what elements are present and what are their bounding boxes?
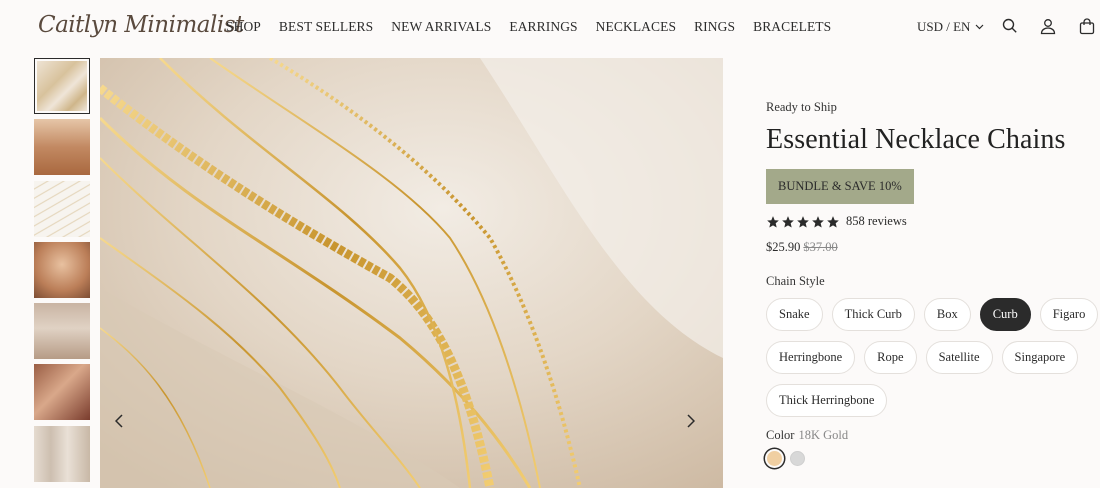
search-icon[interactable]	[1001, 17, 1019, 35]
thumbnail-4[interactable]	[34, 241, 90, 298]
color-label-row: Color 18K Gold	[766, 428, 1100, 443]
nav-necklaces[interactable]: NECKLACES	[596, 19, 676, 35]
nav-earrings[interactable]: EARRINGS	[509, 19, 577, 35]
thumbnail-5[interactable]	[34, 303, 90, 360]
currency-selector[interactable]: USD / EN	[917, 19, 984, 35]
thumbnail-gallery	[34, 58, 92, 487]
star-icon	[812, 215, 824, 228]
style-option-rope[interactable]: Rope	[864, 341, 917, 374]
thumbnail-image	[34, 303, 90, 360]
nav-rings[interactable]: RINGS	[694, 19, 735, 35]
style-option-satellite[interactable]: Satellite	[925, 341, 993, 374]
thumbnail-image	[34, 119, 90, 176]
star-icon	[797, 215, 809, 228]
style-option-figaro[interactable]: Figaro	[1039, 298, 1099, 331]
price-row: $25.90 $37.00	[766, 240, 1100, 255]
color-label: Color	[766, 428, 795, 442]
account-icon[interactable]	[1039, 17, 1057, 35]
prev-image-arrow[interactable]	[115, 414, 135, 436]
thumbnail-6[interactable]	[34, 364, 90, 421]
style-option-thick-herringbone[interactable]: Thick Herringbone	[766, 384, 888, 417]
color-swatches	[766, 451, 1100, 466]
swatch-silver[interactable]	[790, 451, 805, 466]
thumbnail-image	[34, 241, 90, 298]
chain-style-options: Snake Thick Curb Box Curb Figaro Herring…	[766, 298, 1100, 417]
thumbnail-image	[37, 61, 87, 111]
nav-best-sellers[interactable]: BEST SELLERS	[279, 19, 373, 35]
style-option-herringbone[interactable]: Herringbone	[766, 341, 856, 374]
star-icon	[782, 215, 794, 228]
star-icon	[767, 215, 779, 228]
product-info-panel: Ready to Ship Essential Necklace Chains …	[766, 100, 1100, 466]
review-count: 858 reviews	[846, 214, 907, 228]
thumbnail-image	[34, 425, 90, 482]
chevron-down-icon	[976, 24, 984, 30]
style-option-thick-curb[interactable]: Thick Curb	[831, 298, 915, 331]
thumbnail-1[interactable]	[34, 58, 90, 114]
nav-new-arrivals[interactable]: NEW ARRIVALS	[391, 19, 491, 35]
availability-status: Ready to Ship	[766, 100, 837, 114]
nav-shop[interactable]: SHOP	[226, 19, 261, 35]
style-option-singapore[interactable]: Singapore	[1001, 341, 1079, 374]
thumbnail-3[interactable]	[34, 180, 90, 237]
chevron-left-icon	[115, 414, 123, 428]
product-title: Essential Necklace Chains	[766, 124, 1066, 155]
cart-icon[interactable]	[1078, 17, 1096, 35]
star-icon	[827, 215, 839, 228]
necklace-chains-photo	[100, 58, 723, 488]
style-option-snake[interactable]: Snake	[766, 298, 823, 331]
bundle-promo-badge[interactable]: BUNDLE & SAVE 10%	[766, 169, 914, 204]
site-header: Caitlyn Minimalist SHOP BEST SELLERS NEW…	[0, 0, 1100, 56]
main-nav: SHOP BEST SELLERS NEW ARRIVALS EARRINGS …	[226, 19, 831, 35]
swatch-gold[interactable]	[767, 451, 782, 466]
current-price: $25.90	[766, 240, 801, 254]
next-image-arrow[interactable]	[687, 414, 707, 436]
thumbnail-image	[34, 180, 90, 237]
style-option-box[interactable]: Box	[923, 298, 971, 331]
thumbnail-7[interactable]	[34, 425, 90, 482]
rating-row[interactable]: 858 reviews	[766, 214, 1100, 229]
thumbnail-2[interactable]	[34, 119, 90, 176]
chevron-right-icon	[687, 414, 695, 428]
style-option-curb[interactable]: Curb	[979, 298, 1031, 331]
main-product-image	[100, 58, 723, 488]
thumbnail-image	[34, 364, 90, 421]
nav-bracelets[interactable]: BRACELETS	[753, 19, 831, 35]
selected-color-value: 18K Gold	[798, 428, 849, 442]
brand-logo[interactable]: Caitlyn Minimalist	[38, 12, 244, 38]
currency-label: USD / EN	[917, 19, 971, 34]
chain-style-label: Chain Style	[766, 274, 825, 288]
star-rating	[766, 215, 840, 229]
original-price: $37.00	[803, 240, 838, 254]
